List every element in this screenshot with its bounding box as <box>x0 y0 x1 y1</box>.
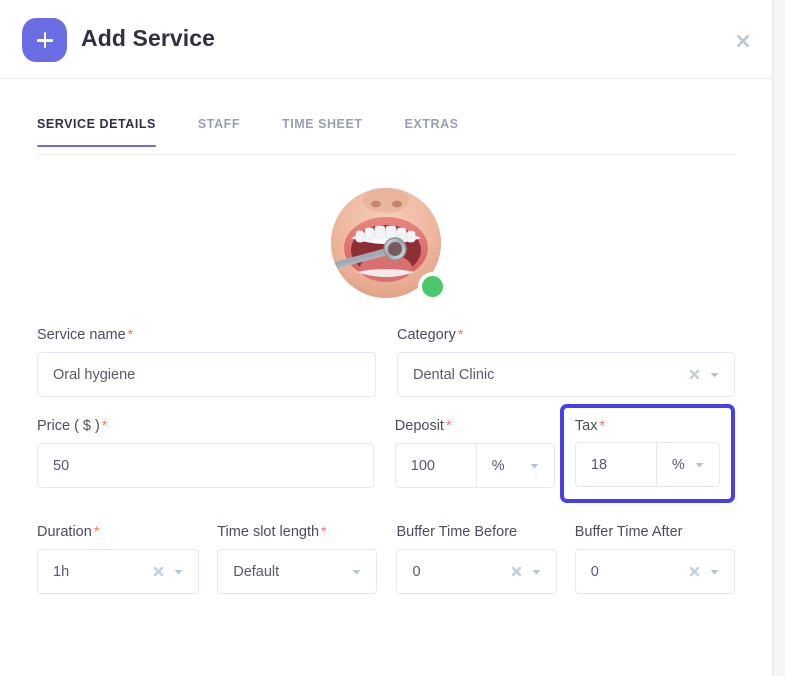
service-name-label-text: Service name <box>37 327 126 343</box>
field-buffer-time-after: Buffer Time After 0 <box>574 523 735 594</box>
field-tax: Tax * 18 % <box>559 404 735 503</box>
tax-input[interactable]: 18 <box>576 443 657 486</box>
modal-header: Add Service <box>0 0 772 79</box>
clear-icon[interactable] <box>510 565 523 578</box>
buffer-time-after-label: Buffer Time After <box>575 523 735 540</box>
price-label: Price ( $ ) * <box>37 417 374 434</box>
service-details-form: Service name * Oral hygiene Category * Den… <box>0 326 772 594</box>
field-service-name: Service name * Oral hygiene <box>37 326 376 397</box>
clear-icon[interactable] <box>152 565 165 578</box>
price-label-text: Price ( $ ) <box>37 418 100 434</box>
clear-icon[interactable] <box>688 368 701 381</box>
page-title: Add Service <box>81 25 216 51</box>
chevron-down-icon[interactable] <box>709 369 720 380</box>
time-slot-length-label-text: Time slot length <box>217 524 320 540</box>
tab-extras[interactable]: EXTRAS <box>405 117 459 146</box>
form-row-3: Duration * 1h Time slot length * Default… <box>37 523 735 594</box>
tab-service-details[interactable]: SERVICE DETAILS <box>37 117 156 147</box>
add-service-button[interactable] <box>22 18 67 62</box>
time-slot-length-value: Default <box>233 563 280 580</box>
tax-highlight-box: Tax * 18 % <box>559 404 735 503</box>
category-label: Category * <box>397 326 735 343</box>
buffer-time-before-label-text: Buffer Time Before <box>396 524 518 540</box>
duration-select[interactable]: 1h <box>37 549 200 594</box>
chevron-down-icon[interactable] <box>709 566 720 577</box>
time-slot-length-select[interactable]: Default <box>217 549 378 594</box>
required-marker: * <box>599 417 605 433</box>
required-marker: * <box>127 326 134 342</box>
field-category: Category * Dental Clinic <box>396 326 735 397</box>
status-badge <box>418 272 447 301</box>
tab-time-sheet[interactable]: TIME SHEET <box>282 117 363 146</box>
chevron-down-icon[interactable] <box>531 566 542 577</box>
close-icon <box>736 34 750 48</box>
deposit-label-text: Deposit <box>394 418 444 434</box>
deposit-input[interactable]: 100 <box>396 444 477 487</box>
buffer-time-before-select[interactable]: 0 <box>396 549 557 594</box>
deposit-combo: 100 % <box>394 443 555 488</box>
form-row-1: Service name * Oral hygiene Category * Den… <box>37 326 735 397</box>
category-select[interactable]: Dental Clinic <box>396 352 735 397</box>
field-buffer-time-before: Buffer Time Before 0 <box>396 523 557 594</box>
chevron-down-icon[interactable] <box>529 460 540 471</box>
service-name-label: Service name * <box>37 326 376 343</box>
buffer-time-before-value: 0 <box>412 563 421 580</box>
tax-label-text: Tax <box>574 418 598 434</box>
service-name-input[interactable]: Oral hygiene <box>37 352 376 397</box>
buffer-time-after-value: 0 <box>590 563 599 580</box>
status-dot-icon <box>422 276 443 297</box>
vertical-scrollbar[interactable] <box>773 0 785 676</box>
price-value: 50 <box>53 457 70 474</box>
tax-unit-value: % <box>671 456 685 473</box>
deposit-value: 100 <box>410 457 435 474</box>
buffer-time-after-select[interactable]: 0 <box>574 549 735 594</box>
required-marker: * <box>445 417 452 433</box>
time-slot-length-label: Time slot length * <box>217 523 377 540</box>
buffer-time-before-label: Buffer Time Before <box>396 523 556 540</box>
field-duration: Duration * 1h <box>37 523 200 594</box>
category-label-text: Category <box>396 327 456 343</box>
deposit-label: Deposit * <box>395 417 555 434</box>
clear-icon[interactable] <box>688 565 701 578</box>
plus-icon <box>36 32 53 48</box>
tax-combo: 18 % <box>574 442 720 487</box>
field-deposit: Deposit * 100 % <box>394 417 555 503</box>
deposit-unit-value: % <box>491 457 505 474</box>
duration-value: 1h <box>53 563 70 580</box>
duration-label: Duration * <box>37 523 199 540</box>
tax-label: Tax * <box>575 417 720 434</box>
buffer-time-after-label-text: Buffer Time After <box>574 524 683 540</box>
close-button[interactable] <box>728 26 758 56</box>
field-price: Price ( $ ) * 50 <box>37 417 374 503</box>
form-row-2: Price ( $ ) * 50 Deposit * 100 % Tax * 1… <box>37 404 735 503</box>
required-marker: * <box>101 417 108 433</box>
required-marker: * <box>321 523 327 539</box>
tab-bar: SERVICE DETAILS STAFF TIME SHEET EXTRAS <box>37 79 735 155</box>
required-marker: * <box>457 326 464 342</box>
required-marker: * <box>93 523 100 539</box>
category-value: Dental Clinic <box>412 366 495 383</box>
deposit-unit-select[interactable]: % <box>477 444 554 487</box>
avatar[interactable] <box>331 188 447 301</box>
chevron-down-icon[interactable] <box>173 566 184 577</box>
field-time-slot-length: Time slot length * Default <box>217 523 378 594</box>
price-input[interactable]: 50 <box>37 443 374 488</box>
duration-label-text: Duration <box>37 524 92 540</box>
chevron-down-icon[interactable] <box>351 566 362 577</box>
add-service-modal: Add Service SERVICE DETAILS STAFF TIME S… <box>0 0 773 676</box>
tax-unit-select[interactable]: % <box>657 443 719 486</box>
tax-value: 18 <box>590 456 608 473</box>
tab-staff[interactable]: STAFF <box>198 117 240 146</box>
service-name-value: Oral hygiene <box>53 366 136 383</box>
chevron-down-icon[interactable] <box>694 459 705 470</box>
